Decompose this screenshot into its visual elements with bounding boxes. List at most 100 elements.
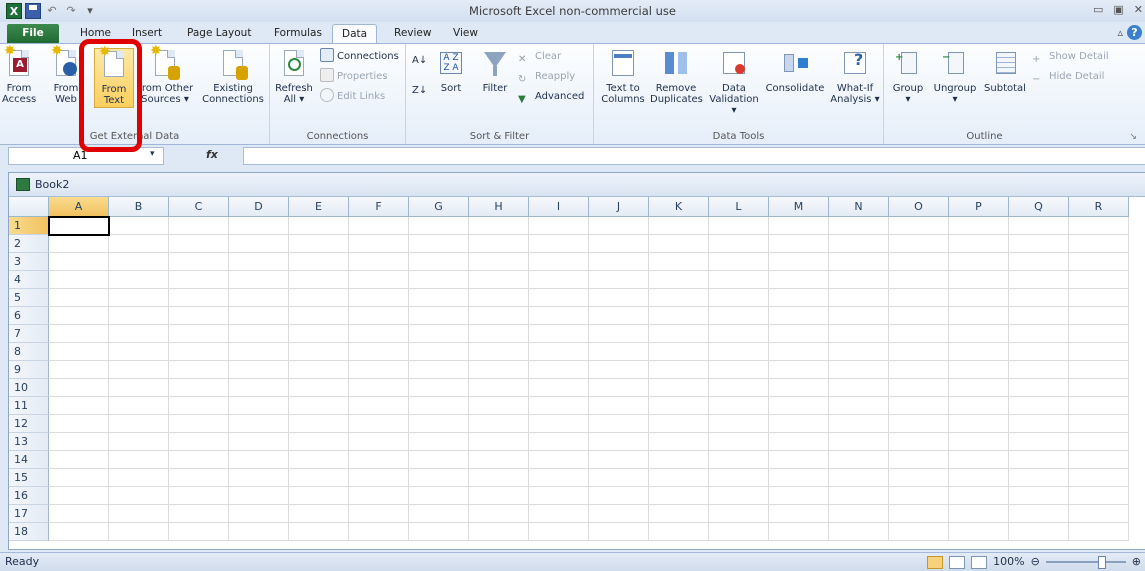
cell[interactable] xyxy=(649,469,709,487)
cell[interactable] xyxy=(1069,505,1129,523)
cell[interactable] xyxy=(349,235,409,253)
cell[interactable] xyxy=(289,451,349,469)
formula-input[interactable] xyxy=(243,147,1145,165)
cell[interactable] xyxy=(709,253,769,271)
cell[interactable] xyxy=(229,433,289,451)
cell[interactable] xyxy=(229,415,289,433)
column-header[interactable]: H xyxy=(469,197,529,217)
cell[interactable] xyxy=(49,379,109,397)
cell[interactable] xyxy=(1009,289,1069,307)
subtotal-button[interactable]: Subtotal xyxy=(982,48,1028,94)
row-header[interactable]: 13 xyxy=(9,433,49,451)
cell[interactable] xyxy=(649,397,709,415)
cell[interactable] xyxy=(289,379,349,397)
cell[interactable] xyxy=(229,379,289,397)
cell[interactable] xyxy=(109,343,169,361)
cell[interactable] xyxy=(889,379,949,397)
cell[interactable] xyxy=(769,433,829,451)
cell[interactable] xyxy=(229,361,289,379)
zoom-out-icon[interactable]: ⊖ xyxy=(1031,553,1040,571)
cell[interactable] xyxy=(229,307,289,325)
cell[interactable] xyxy=(229,505,289,523)
cell[interactable] xyxy=(229,289,289,307)
connections-button[interactable]: Connections xyxy=(320,48,399,66)
row-header[interactable]: 14 xyxy=(9,451,49,469)
cell[interactable] xyxy=(769,451,829,469)
cell[interactable] xyxy=(349,379,409,397)
row-header[interactable]: 2 xyxy=(9,235,49,253)
cell[interactable] xyxy=(829,397,889,415)
clear-button[interactable]: ✕ Clear xyxy=(518,48,561,66)
cell[interactable] xyxy=(169,469,229,487)
cell[interactable] xyxy=(49,289,109,307)
cell[interactable] xyxy=(889,415,949,433)
cell[interactable] xyxy=(949,433,1009,451)
cell[interactable] xyxy=(169,271,229,289)
cell[interactable] xyxy=(769,415,829,433)
cell[interactable] xyxy=(1069,415,1129,433)
cell[interactable] xyxy=(1009,487,1069,505)
active-cell[interactable] xyxy=(48,216,110,236)
text-to-columns-button[interactable]: Text to Columns xyxy=(600,48,646,105)
cell[interactable] xyxy=(649,325,709,343)
cell[interactable] xyxy=(169,451,229,469)
cell[interactable] xyxy=(949,397,1009,415)
cell[interactable] xyxy=(829,523,889,541)
cell[interactable] xyxy=(169,235,229,253)
minimize-ribbon-icon[interactable]: ▵ xyxy=(1117,26,1123,39)
cell[interactable] xyxy=(889,235,949,253)
cell[interactable] xyxy=(529,487,589,505)
cell[interactable] xyxy=(649,271,709,289)
cell[interactable] xyxy=(409,307,469,325)
help-icon[interactable]: ? xyxy=(1127,25,1142,40)
cell[interactable] xyxy=(1069,235,1129,253)
existing-connections-button[interactable]: Existing Connections xyxy=(200,48,266,105)
cell[interactable] xyxy=(109,487,169,505)
column-header[interactable]: C xyxy=(169,197,229,217)
cell[interactable] xyxy=(949,253,1009,271)
consolidate-button[interactable]: Consolidate xyxy=(764,48,826,94)
cell[interactable] xyxy=(529,415,589,433)
cell[interactable] xyxy=(289,361,349,379)
cell[interactable] xyxy=(949,487,1009,505)
cell[interactable] xyxy=(289,307,349,325)
cell[interactable] xyxy=(889,271,949,289)
cell[interactable] xyxy=(409,217,469,235)
cell[interactable] xyxy=(349,253,409,271)
row-header[interactable]: 17 xyxy=(9,505,49,523)
cell[interactable] xyxy=(949,523,1009,541)
from-access-button[interactable]: ✸ A From Access xyxy=(2,44,36,105)
cell[interactable] xyxy=(769,271,829,289)
cell[interactable] xyxy=(769,253,829,271)
cell[interactable] xyxy=(349,361,409,379)
cell[interactable] xyxy=(649,415,709,433)
cell[interactable] xyxy=(949,361,1009,379)
data-validation-button[interactable]: Data Validation ▾ xyxy=(706,48,762,116)
cell[interactable] xyxy=(1069,469,1129,487)
cell[interactable] xyxy=(829,325,889,343)
cell[interactable] xyxy=(1069,361,1129,379)
cell[interactable] xyxy=(469,487,529,505)
cell[interactable] xyxy=(829,469,889,487)
cell[interactable] xyxy=(589,343,649,361)
cell[interactable] xyxy=(289,505,349,523)
cell[interactable] xyxy=(469,271,529,289)
cell[interactable] xyxy=(829,451,889,469)
zoom-slider[interactable] xyxy=(1045,556,1126,569)
cell[interactable] xyxy=(769,307,829,325)
cell[interactable] xyxy=(469,217,529,235)
cell[interactable] xyxy=(889,343,949,361)
cell[interactable] xyxy=(289,415,349,433)
cell[interactable] xyxy=(169,307,229,325)
cell[interactable] xyxy=(49,397,109,415)
tab-data[interactable]: Data xyxy=(332,24,378,43)
cell[interactable] xyxy=(409,325,469,343)
cell[interactable] xyxy=(709,487,769,505)
cell[interactable] xyxy=(229,253,289,271)
cell[interactable] xyxy=(709,451,769,469)
cell[interactable] xyxy=(229,235,289,253)
cell[interactable] xyxy=(109,433,169,451)
cell[interactable] xyxy=(769,235,829,253)
row-header[interactable]: 7 xyxy=(9,325,49,343)
cell[interactable] xyxy=(229,271,289,289)
